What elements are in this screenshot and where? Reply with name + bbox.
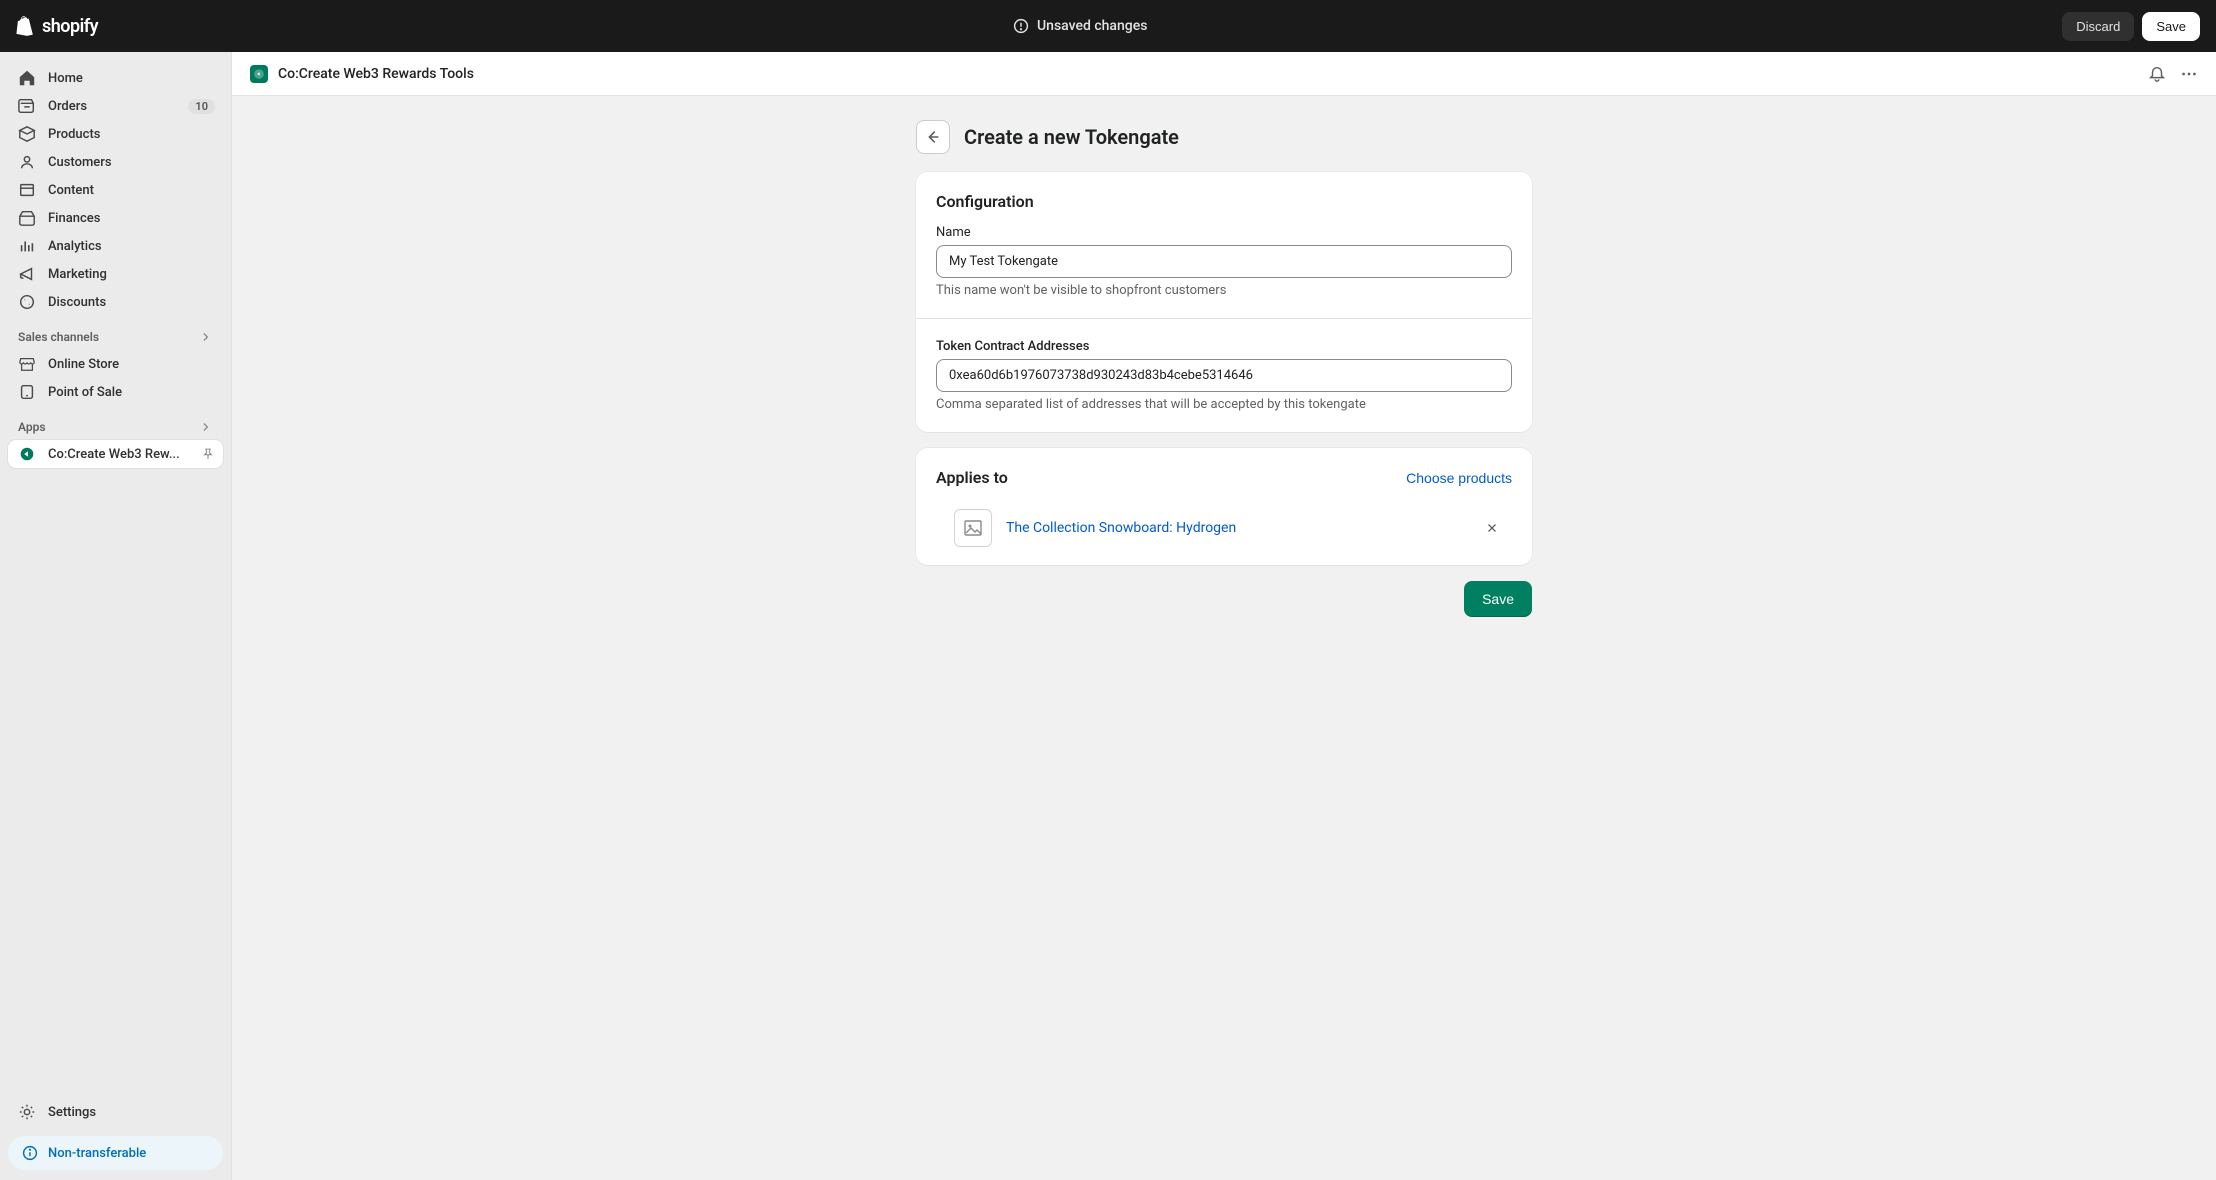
page-title: Create a new Tokengate: [964, 125, 1179, 149]
sidebar-item-finances[interactable]: Finances: [8, 204, 223, 232]
applies-to-heading: Applies to: [936, 468, 1008, 487]
remove-product-button[interactable]: [1478, 514, 1506, 542]
sidebar-item-content[interactable]: Content: [8, 176, 223, 204]
choose-products-button[interactable]: Choose products: [1406, 470, 1512, 486]
orders-badge: 10: [188, 99, 215, 114]
pin-icon[interactable]: [201, 447, 215, 461]
info-icon: [1013, 18, 1029, 34]
content-icon: [18, 181, 36, 199]
info-icon: [22, 1145, 38, 1161]
name-help: This name won't be visible to shopfront …: [936, 283, 1512, 298]
app-header-title: Co:Create Web3 Rewards Tools: [278, 66, 474, 82]
app-header-icon: [250, 65, 268, 83]
sidebar-item-home[interactable]: Home: [8, 64, 223, 92]
settings-icon: [18, 1103, 36, 1121]
marketing-icon: [18, 265, 36, 283]
app-icon: [18, 445, 36, 463]
sidebar-item-orders[interactable]: Orders 10: [8, 92, 223, 120]
sidebar-item-products[interactable]: Products: [8, 120, 223, 148]
configuration-heading: Configuration: [936, 192, 1512, 211]
close-icon: [1485, 521, 1499, 535]
applies-to-card: Applies to Choose products The Collectio…: [916, 448, 1532, 565]
name-label: Name: [936, 225, 1512, 240]
name-input[interactable]: [936, 245, 1512, 278]
main-content: Create a new Tokengate Configuration Nam…: [232, 96, 2216, 1180]
orders-icon: [18, 97, 36, 115]
sidebar-item-marketing[interactable]: Marketing: [8, 260, 223, 288]
sidebar: Home Orders 10 Products Customers Conten…: [0, 52, 232, 1180]
discounts-icon: [18, 293, 36, 311]
product-row: The Collection Snowboard: Hydrogen: [936, 505, 1512, 551]
home-icon: [18, 69, 36, 87]
brand-text: shopify: [42, 16, 98, 37]
sales-channels-header[interactable]: Sales channels: [0, 316, 231, 350]
customers-icon: [18, 153, 36, 171]
non-transferable-pill[interactable]: Non-transferable: [8, 1136, 223, 1170]
topbar-actions: Discard Save: [2062, 12, 2200, 41]
sidebar-item-customers[interactable]: Customers: [8, 148, 223, 176]
back-button[interactable]: [916, 120, 950, 154]
image-placeholder-icon: [963, 518, 983, 538]
token-label: Token Contract Addresses: [936, 339, 1512, 354]
arrow-left-icon: [924, 128, 942, 146]
save-button[interactable]: Save: [1464, 581, 1532, 617]
chevron-right-icon: [199, 420, 213, 434]
sidebar-item-cocreate-app[interactable]: Co:Create Web3 Rew...: [8, 440, 223, 468]
chevron-right-icon: [199, 330, 213, 344]
sidebar-item-discounts[interactable]: Discounts: [8, 288, 223, 316]
bell-icon[interactable]: [2148, 65, 2166, 83]
token-input[interactable]: [936, 359, 1512, 392]
app-header: Co:Create Web3 Rewards Tools: [232, 52, 2216, 96]
products-icon: [18, 125, 36, 143]
pos-icon: [18, 383, 36, 401]
sidebar-item-pos[interactable]: Point of Sale: [8, 378, 223, 406]
store-icon: [18, 355, 36, 373]
token-help: Comma separated list of addresses that w…: [936, 397, 1512, 412]
analytics-icon: [18, 237, 36, 255]
logo[interactable]: shopify: [16, 15, 98, 37]
finances-icon: [18, 209, 36, 227]
product-thumbnail: [954, 509, 992, 547]
sidebar-item-analytics[interactable]: Analytics: [8, 232, 223, 260]
sidebar-item-settings[interactable]: Settings: [8, 1098, 223, 1126]
shopify-logo-icon: [16, 15, 36, 37]
apps-header[interactable]: Apps: [0, 406, 231, 440]
configuration-card: Configuration Name This name won't be vi…: [916, 172, 1532, 432]
unsaved-indicator: Unsaved changes: [98, 18, 2062, 34]
more-icon[interactable]: [2180, 65, 2198, 83]
discard-button[interactable]: Discard: [2062, 12, 2134, 41]
save-button-top[interactable]: Save: [2142, 12, 2200, 41]
product-link[interactable]: The Collection Snowboard: Hydrogen: [1006, 520, 1464, 536]
sidebar-item-online-store[interactable]: Online Store: [8, 350, 223, 378]
topbar: shopify Unsaved changes Discard Save: [0, 0, 2216, 52]
